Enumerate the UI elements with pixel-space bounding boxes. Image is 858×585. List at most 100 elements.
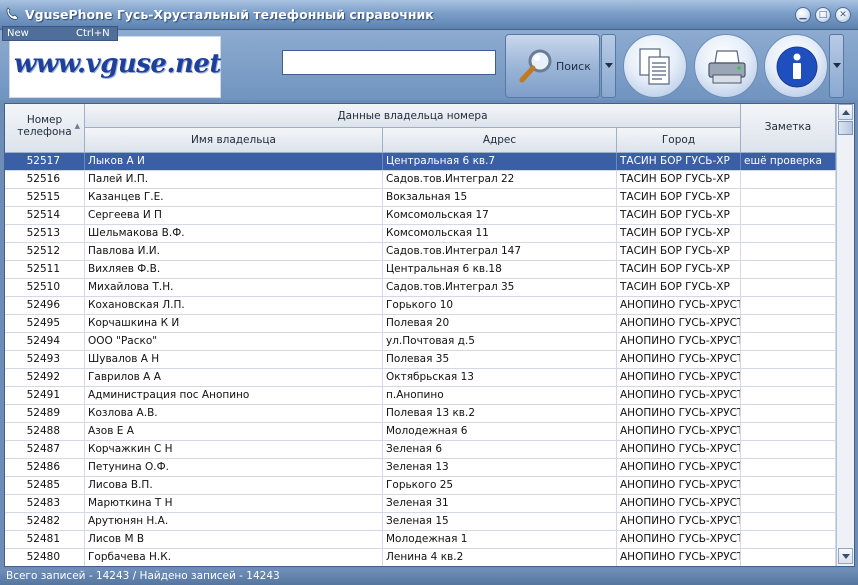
table-row[interactable]: 52496 Кохановская Л.П. Горького 10 АНОПИНО … xyxy=(5,297,836,315)
table-row[interactable]: 52512 Павлова И.И. Садов.тов.Интеграл 147 Т… xyxy=(5,243,836,261)
cell-city: АНОПИНО ГУСЬ-ХРУСТ xyxy=(617,549,741,566)
cell-phone: 52483 xyxy=(5,495,85,512)
cell-address: Зеленая 31 xyxy=(383,495,617,512)
cell-address: Октябрьская 13 xyxy=(383,369,617,386)
table-row[interactable]: 52483 Марюткина Т Н Зеленая 31 АНОПИНО ГУСЬ… xyxy=(5,495,836,513)
cell-city: ТАСИН БОР ГУСЬ-ХР xyxy=(617,153,741,170)
cell-address: Полевая 20 xyxy=(383,315,617,332)
menu-new-label: New xyxy=(7,28,29,39)
status-bar: Всего записей - 14243 / Найдено записей … xyxy=(0,569,858,585)
table-row[interactable]: 52510 Михайлова Т.Н. Садов.тов.Интеграл 35… xyxy=(5,279,836,297)
column-header-address[interactable]: Адрес xyxy=(383,128,617,153)
cell-address: Горького 25 xyxy=(383,477,617,494)
table-row[interactable]: 52481 Лисов М В Молодежная 1 АНОПИНО ГУСЬ-Х… xyxy=(5,531,836,549)
cell-phone: 52493 xyxy=(5,351,85,368)
cell-phone: 52492 xyxy=(5,369,85,386)
cell-note xyxy=(741,369,836,386)
table-row[interactable]: 52492 Гаврилов А А Октябрьская 13 АНОПИНО Г… xyxy=(5,369,836,387)
close-button[interactable]: ✕ xyxy=(835,7,851,23)
cell-name: Палей И.П. xyxy=(85,171,383,188)
logo[interactable]: www.vguse.net xyxy=(9,36,221,98)
cell-phone: 52512 xyxy=(5,243,85,260)
cell-name: Лисов М В xyxy=(85,531,383,548)
cell-city: АНОПИНО ГУСЬ-ХРУСТ xyxy=(617,333,741,350)
scroll-down-button[interactable] xyxy=(838,548,853,564)
sort-arrow-icon: ▲ xyxy=(74,122,80,130)
maximize-button[interactable]: □ xyxy=(815,7,831,23)
table-row[interactable]: 52511 Вихляев Ф.В. Центральная 6 кв.18 ТАСИ… xyxy=(5,261,836,279)
minimize-button[interactable]: ▁ xyxy=(795,7,811,23)
cell-city: АНОПИНО ГУСЬ-ХРУСТ xyxy=(617,477,741,494)
cell-phone: 52516 xyxy=(5,171,85,188)
printer-icon xyxy=(708,50,746,84)
close-icon: ✕ xyxy=(839,10,847,20)
documents-button[interactable] xyxy=(623,34,687,98)
column-header-name[interactable]: Имя владельца xyxy=(85,128,383,153)
cell-note xyxy=(741,189,836,206)
scroll-thumb[interactable] xyxy=(838,121,853,135)
cell-name: Шувалов А Н xyxy=(85,351,383,368)
table-row[interactable]: 52515 Казанцев Г.Е. Вокзальная 15 ТАСИН БОР… xyxy=(5,189,836,207)
table-row[interactable]: 52493 Шувалов А Н Полевая 35 АНОПИНО ГУСЬ-Х… xyxy=(5,351,836,369)
cell-address: п.Анопино xyxy=(383,387,617,404)
info-button[interactable] xyxy=(764,34,828,98)
cell-address: Вокзальная 15 xyxy=(383,189,617,206)
cell-address: Зеленая 13 xyxy=(383,459,617,476)
cell-address: ул.Почтовая д.5 xyxy=(383,333,617,350)
chevron-down-icon xyxy=(605,63,613,68)
cell-name: Корчашкина К И xyxy=(85,315,383,332)
table-row-selected[interactable]: 52517 Лыков А И Центральная 6 кв.7 ТАСИН БО… xyxy=(5,153,836,171)
table-row[interactable]: 52488 Азов Е А Молодежная 6 АНОПИНО ГУСЬ-ХР… xyxy=(5,423,836,441)
search-dropdown-button[interactable] xyxy=(601,34,616,98)
table-row[interactable]: 52516 Палей И.П. Садов.тов.Интеграл 22 ТАСИ… xyxy=(5,171,836,189)
cell-note xyxy=(741,477,836,494)
cell-phone: 52486 xyxy=(5,459,85,476)
cell-address: Молодежная 6 xyxy=(383,423,617,440)
table-row[interactable]: 52486 Петунина О.Ф. Зеленая 13 АНОПИНО ГУСЬ… xyxy=(5,459,836,477)
info-dropdown-button[interactable] xyxy=(829,34,844,98)
vertical-scrollbar[interactable] xyxy=(836,104,854,566)
cell-city: ТАСИН БОР ГУСЬ-ХР xyxy=(617,189,741,206)
menu-item-new[interactable]: New Ctrl+N xyxy=(2,26,118,41)
cell-phone: 52488 xyxy=(5,423,85,440)
cell-phone: 52491 xyxy=(5,387,85,404)
minimize-icon: ▁ xyxy=(799,10,807,20)
title-bar[interactable]: VgusePhone Гусь-Хрустальный телефонный с… xyxy=(0,0,858,30)
table-row[interactable]: 52495 Корчашкина К И Полевая 20 АНОПИНО ГУС… xyxy=(5,315,836,333)
cell-city: ТАСИН БОР ГУСЬ-ХР xyxy=(617,279,741,296)
scroll-up-button[interactable] xyxy=(838,104,853,120)
table-row[interactable]: 52482 Арутюнян Н.А. Зеленая 15 АНОПИНО ГУСЬ… xyxy=(5,513,836,531)
cell-phone: 52513 xyxy=(5,225,85,242)
magnifier-icon xyxy=(519,49,552,83)
search-button[interactable]: Поиск xyxy=(505,34,600,98)
table-row[interactable]: 52480 Горбачева Н.К. Ленина 4 кв.2 АНОПИНО … xyxy=(5,549,836,566)
cell-note xyxy=(741,531,836,548)
column-header-phone[interactable]: Номер телефона ▲ xyxy=(5,104,85,153)
cell-note xyxy=(741,225,836,242)
print-button[interactable] xyxy=(694,34,758,98)
cell-note xyxy=(741,405,836,422)
cell-city: ТАСИН БОР ГУСЬ-ХР xyxy=(617,261,741,278)
table-row[interactable]: 52513 Шельмакова В.Ф. Комсомольская 11 ТАСИ… xyxy=(5,225,836,243)
cell-name: Лыков А И xyxy=(85,153,383,170)
column-header-city[interactable]: Город xyxy=(617,128,741,153)
column-header-note[interactable]: Заметка xyxy=(741,104,836,153)
table-row[interactable]: 52487 Корчажкин С Н Зеленая 6 АНОПИНО ГУСЬ-… xyxy=(5,441,836,459)
search-input[interactable] xyxy=(282,50,496,75)
table-row[interactable]: 52485 Лисова В.П. Горького 25 АНОПИНО ГУСЬ-… xyxy=(5,477,836,495)
cell-city: АНОПИНО ГУСЬ-ХРУСТ xyxy=(617,387,741,404)
cell-note xyxy=(741,351,836,368)
cell-name: ООО "Раско" xyxy=(85,333,383,350)
status-text: Всего записей - 14243 / Найдено записей … xyxy=(6,570,280,582)
cell-phone: 52482 xyxy=(5,513,85,530)
info-icon xyxy=(776,46,818,88)
column-header-note-label: Заметка xyxy=(764,121,812,133)
window-title: VgusePhone Гусь-Хрустальный телефонный с… xyxy=(25,7,434,22)
table-row[interactable]: 52514 Сергеева И П Комсомольская 17 ТАСИН Б… xyxy=(5,207,836,225)
table-row[interactable]: 52489 Козлова А.В. Полевая 13 кв.2 АНОПИНО … xyxy=(5,405,836,423)
cell-city: АНОПИНО ГУСЬ-ХРУСТ xyxy=(617,441,741,458)
column-group-owner-label: Данные владельца номера xyxy=(337,110,488,122)
cell-city: АНОПИНО ГУСЬ-ХРУСТ xyxy=(617,369,741,386)
table-row[interactable]: 52494 ООО "Раско" ул.Почтовая д.5 АНОПИНО Г… xyxy=(5,333,836,351)
table-row[interactable]: 52491 Администрация пос Анопино п.Анопино А… xyxy=(5,387,836,405)
